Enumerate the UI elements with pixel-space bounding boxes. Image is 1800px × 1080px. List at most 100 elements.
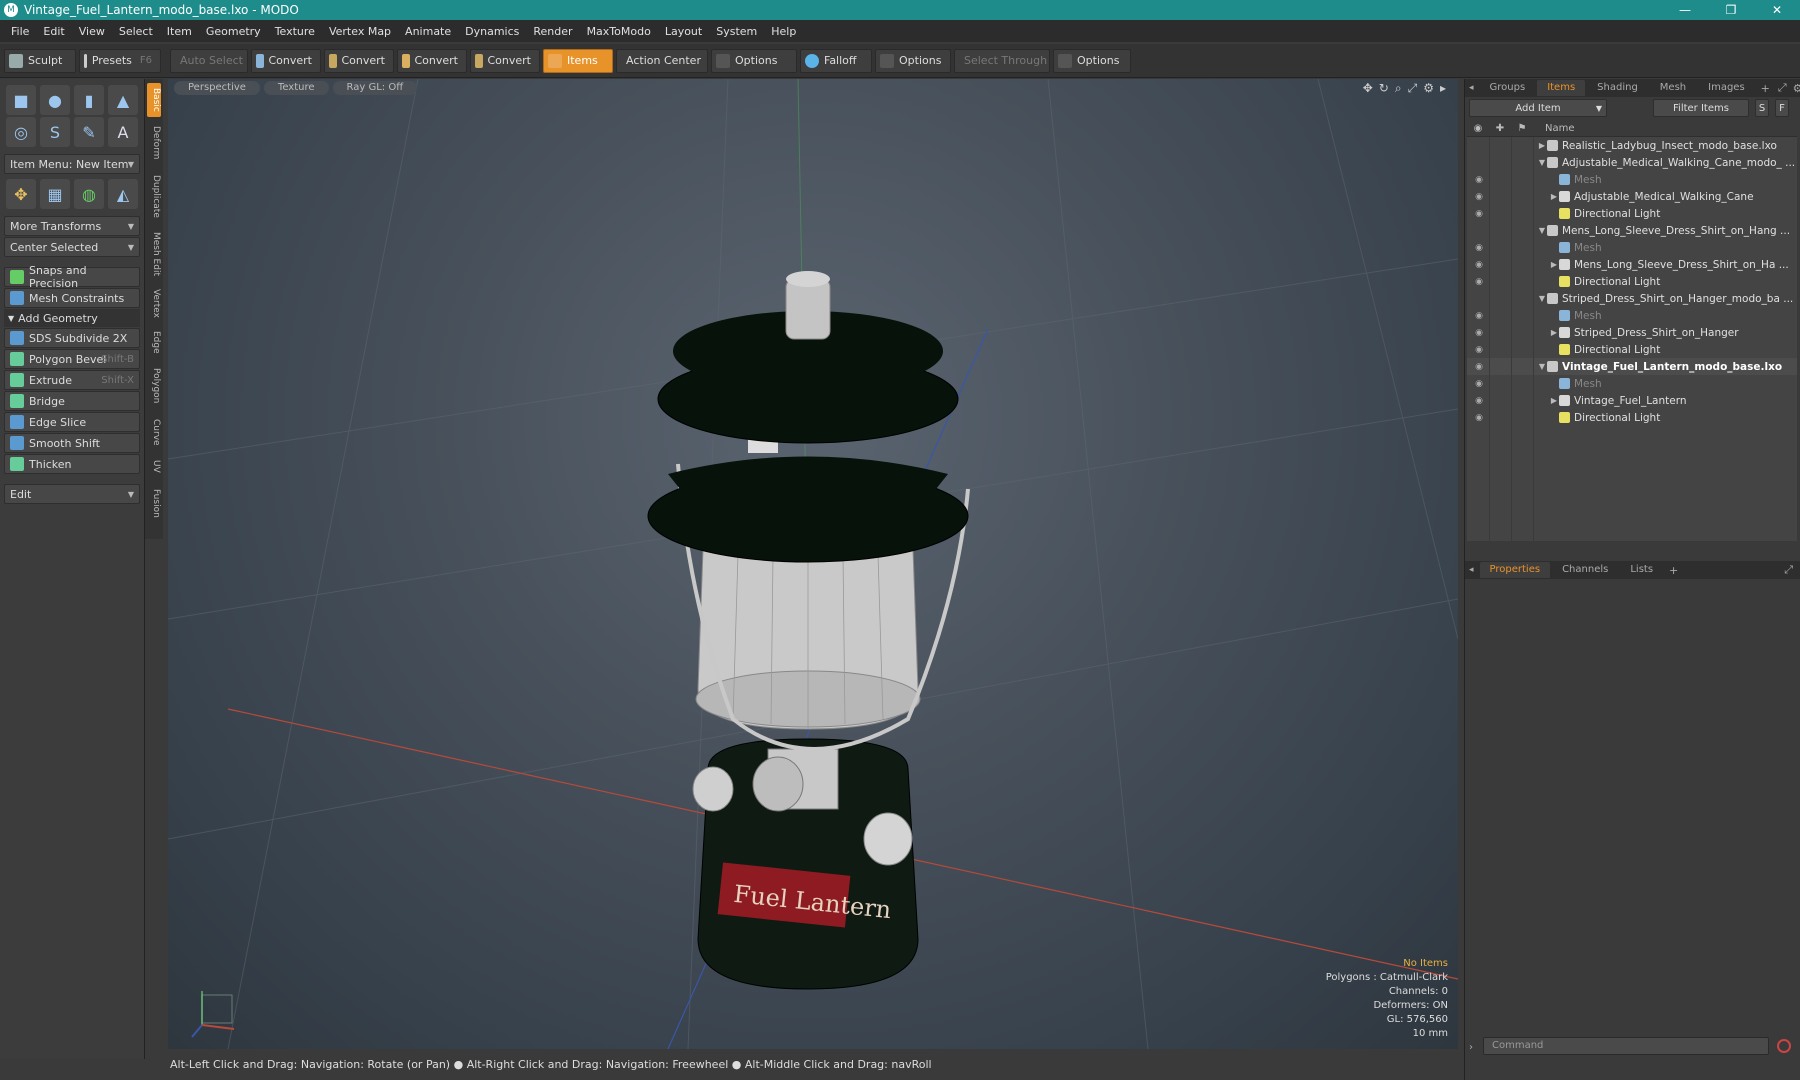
- more-transforms-dropdown[interactable]: More Transforms ▼: [4, 216, 140, 236]
- cylinder-icon[interactable]: ▮: [74, 85, 104, 115]
- tree-row[interactable]: ◉ Directional Light: [1467, 341, 1797, 358]
- sculpt-button[interactable]: Sculpt: [4, 48, 76, 73]
- name-column-header[interactable]: Name: [1545, 123, 1575, 134]
- polygon-bevel-button[interactable]: Polygon Bevel Shift-B: [4, 349, 140, 369]
- expand-icon[interactable]: ⤢: [1784, 563, 1793, 577]
- tree-row[interactable]: ◉ ▼ Vintage_Fuel_Lantern_modo_base.lxo: [1467, 358, 1797, 375]
- record-icon[interactable]: [1777, 1039, 1791, 1053]
- menu-file[interactable]: File: [4, 25, 36, 38]
- tree-row[interactable]: ◉ Mesh: [1467, 171, 1797, 188]
- chevron-right-icon[interactable]: ▸: [1440, 81, 1446, 96]
- menu-system[interactable]: System: [709, 25, 764, 38]
- tree-row[interactable]: ◉ Directional Light: [1467, 273, 1797, 290]
- menu-layout[interactable]: Layout: [658, 25, 709, 38]
- expand-arrow-icon[interactable]: ▶: [1549, 328, 1559, 337]
- perspective-tab[interactable]: Perspective: [174, 81, 260, 95]
- lock-column-icon[interactable]: ✚: [1489, 123, 1511, 134]
- action-center-button[interactable]: Action Center: [616, 48, 708, 73]
- thicken-button[interactable]: Thicken: [4, 454, 140, 474]
- menu-vertex-map[interactable]: Vertex Map: [322, 25, 398, 38]
- expand-arrow-icon[interactable]: ▶: [1549, 396, 1559, 405]
- convert-materials-button[interactable]: Convert: [470, 48, 540, 73]
- 3d-viewport[interactable]: Fuel Lantern Perspective Texture Ray GL:…: [168, 79, 1458, 1049]
- pen-tool-icon[interactable]: ✎: [74, 117, 104, 147]
- menu-texture[interactable]: Texture: [268, 25, 322, 38]
- smooth-shift-button[interactable]: Smooth Shift: [4, 433, 140, 453]
- visibility-eye-icon[interactable]: ◉: [1473, 362, 1485, 372]
- rotate-icon[interactable]: ↻: [1379, 81, 1389, 96]
- presets-button[interactable]: Presets F6: [79, 48, 161, 73]
- zoom-icon[interactable]: ⌕: [1395, 81, 1402, 96]
- tab-polygon[interactable]: Polygon: [147, 363, 161, 409]
- expand-arrow-icon[interactable]: ▶: [1537, 141, 1547, 150]
- sds-subdivide-button[interactable]: SDS Subdivide 2X: [4, 328, 140, 348]
- tab-vertex[interactable]: Vertex: [147, 285, 161, 321]
- convert-polygons-button[interactable]: Convert: [397, 48, 467, 73]
- add-item-button[interactable]: Add Item ▼: [1469, 99, 1607, 117]
- tab-basic[interactable]: Basic: [147, 83, 161, 117]
- expand-arrow-icon[interactable]: ▶: [1549, 192, 1559, 201]
- gear-icon[interactable]: ⚙: [1793, 82, 1800, 95]
- visibility-eye-icon[interactable]: ◉: [1473, 328, 1485, 338]
- add-tab-icon[interactable]: +: [1761, 82, 1770, 95]
- tab-duplicate[interactable]: Duplicate: [147, 171, 161, 221]
- item-menu-dropdown[interactable]: Item Menu: New Item ▼: [4, 154, 140, 174]
- sphere-icon[interactable]: ●: [40, 85, 70, 115]
- items-mode-button[interactable]: Items: [543, 48, 613, 73]
- expand-arrow-icon[interactable]: ▼: [1537, 158, 1547, 167]
- expand-arrow-icon[interactable]: ▶: [1549, 260, 1559, 269]
- menu-select[interactable]: Select: [112, 25, 160, 38]
- menu-geometry[interactable]: Geometry: [199, 25, 268, 38]
- auto-select-button[interactable]: Auto Select: [170, 48, 248, 73]
- tab-uv[interactable]: UV: [147, 455, 161, 477]
- menu-dynamics[interactable]: Dynamics: [458, 25, 526, 38]
- expand-icon[interactable]: ⤢: [1778, 81, 1787, 95]
- convert-edges-button[interactable]: Convert: [324, 48, 394, 73]
- grid-icon[interactable]: ▦: [40, 179, 70, 209]
- convert-vertices-button[interactable]: Convert: [251, 48, 321, 73]
- filter-items-input[interactable]: Filter Items: [1653, 99, 1749, 117]
- tab-items[interactable]: Items: [1537, 80, 1586, 96]
- add-tab-icon[interactable]: +: [1669, 564, 1678, 577]
- tree-row[interactable]: ◉ Mesh: [1467, 239, 1797, 256]
- visibility-eye-icon[interactable]: ◉: [1473, 311, 1485, 321]
- tree-row[interactable]: ◉ ▶ Striped_Dress_Shirt_on_Hanger: [1467, 324, 1797, 341]
- tab-images[interactable]: Images: [1698, 80, 1755, 96]
- expand-arrow-icon[interactable]: ▼: [1537, 362, 1547, 371]
- tab-shading[interactable]: Shading: [1587, 80, 1648, 96]
- command-input[interactable]: Command: [1483, 1037, 1769, 1055]
- add-geometry-header[interactable]: ▼ Add Geometry: [4, 309, 140, 327]
- tab-mesh[interactable]: Mesh ...: [1650, 80, 1696, 109]
- cone-icon[interactable]: ▲: [108, 85, 138, 115]
- menu-animate[interactable]: Animate: [398, 25, 458, 38]
- tree-row[interactable]: ◉ Mesh: [1467, 375, 1797, 392]
- capsule-icon[interactable]: S: [40, 117, 70, 147]
- tree-row[interactable]: ◉ ▶ Mens_Long_Sleeve_Dress_Shirt_on_Ha ...: [1467, 256, 1797, 273]
- ray-gl-tab[interactable]: Ray GL: Off: [332, 81, 418, 95]
- tab-curve[interactable]: Curve: [147, 415, 161, 449]
- expand-arrow-icon[interactable]: ▼: [1537, 226, 1547, 235]
- mesh-constraints-button[interactable]: Mesh Constraints: [4, 288, 140, 308]
- edit-dropdown[interactable]: Edit ▼: [4, 484, 140, 504]
- close-button[interactable]: ✕: [1754, 0, 1800, 20]
- bridge-button[interactable]: Bridge: [4, 391, 140, 411]
- tree-row[interactable]: ▼ Mens_Long_Sleeve_Dress_Shirt_on_Hang ..…: [1467, 222, 1797, 239]
- falloff-button[interactable]: Falloff: [800, 48, 872, 73]
- visibility-eye-icon[interactable]: ◉: [1473, 379, 1485, 389]
- texture-tab[interactable]: Texture: [263, 81, 329, 95]
- tab-more-icon[interactable]: ◂: [1469, 565, 1474, 575]
- tab-fusion[interactable]: Fusion: [147, 483, 161, 523]
- edge-slice-button[interactable]: Edge Slice: [4, 412, 140, 432]
- tree-row[interactable]: ◉ Directional Light: [1467, 409, 1797, 426]
- tab-more-icon[interactable]: ◂: [1469, 83, 1474, 93]
- select-through-options-button[interactable]: Options: [1053, 48, 1131, 73]
- command-arrow-icon[interactable]: ›: [1469, 1042, 1473, 1053]
- snaps-button[interactable]: Snaps and Precision: [4, 264, 140, 290]
- visibility-eye-icon[interactable]: ◉: [1473, 260, 1485, 270]
- globe-icon[interactable]: ◍: [74, 179, 104, 209]
- cube-icon[interactable]: ■: [6, 85, 36, 115]
- visibility-eye-icon[interactable]: ◉: [1473, 243, 1485, 253]
- menu-edit[interactable]: Edit: [36, 25, 71, 38]
- eye-column-icon[interactable]: ◉: [1467, 123, 1489, 134]
- filter-f-button[interactable]: F: [1775, 99, 1789, 117]
